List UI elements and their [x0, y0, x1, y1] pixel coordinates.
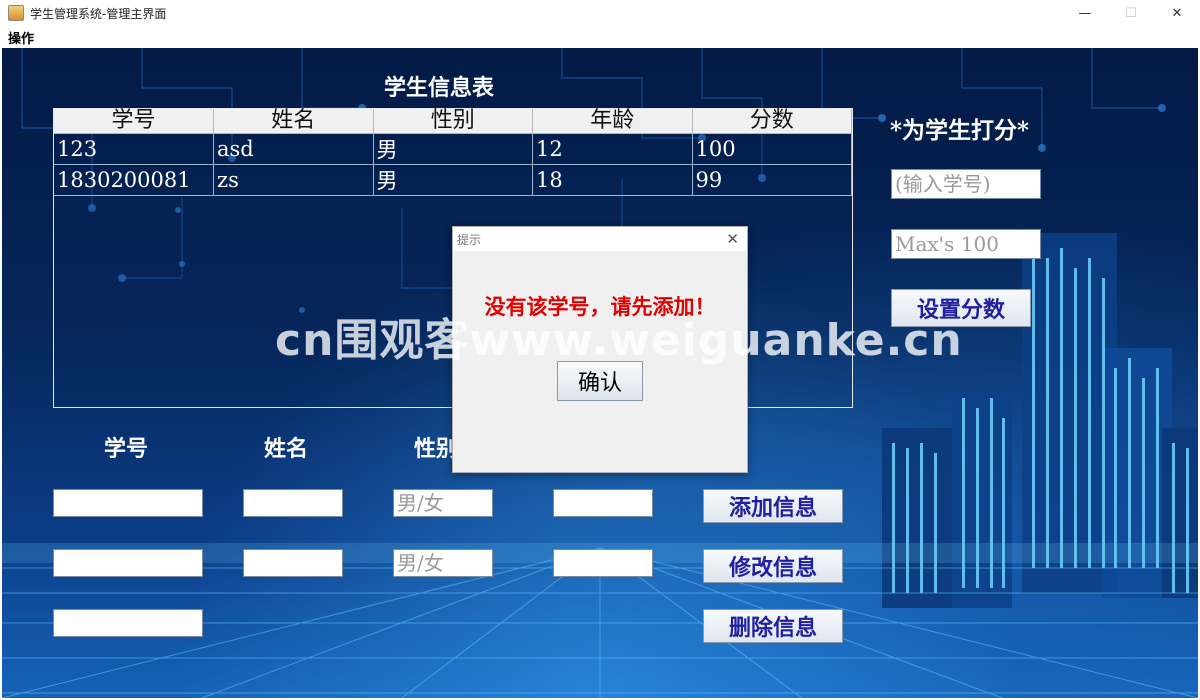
cell-gender[interactable]: 男 — [373, 164, 533, 196]
cell-age[interactable]: 12 — [532, 133, 693, 165]
cell-score[interactable]: 99 — [692, 164, 852, 196]
edit-name-input[interactable] — [243, 549, 343, 577]
column-header-gender[interactable]: 性别 — [373, 109, 533, 134]
java-app-icon — [8, 5, 24, 21]
add-info-button[interactable]: 添加信息 — [703, 489, 843, 523]
score-id-input[interactable] — [891, 169, 1041, 199]
add-name-input[interactable] — [243, 489, 343, 517]
score-panel-title: *为学生打分* — [890, 117, 1030, 144]
score-value-input[interactable] — [891, 229, 1041, 259]
cell-name[interactable]: asd — [213, 133, 374, 165]
column-header-id[interactable]: 学号 — [54, 109, 214, 134]
column-header-score[interactable]: 分数 — [692, 109, 852, 134]
window-title: 学生管理系统-管理主界面 — [30, 6, 167, 21]
maximize-button[interactable]: ☐ — [1108, 0, 1154, 26]
cell-name[interactable]: zs — [213, 164, 374, 196]
window-titlebar: 学生管理系统-管理主界面 — ☐ ✕ — [0, 0, 1200, 26]
close-button[interactable]: ✕ — [1154, 0, 1200, 26]
edit-id-input[interactable] — [53, 549, 203, 577]
cell-age[interactable]: 18 — [532, 164, 693, 196]
table-header-row: 学号 姓名 性别 年龄 分数 — [54, 109, 852, 134]
add-id-input[interactable] — [53, 489, 203, 517]
delete-id-input[interactable] — [53, 609, 203, 637]
edit-age-input[interactable] — [553, 549, 653, 577]
edit-gender-input[interactable] — [393, 549, 493, 577]
menu-operation[interactable]: 操作 — [0, 28, 42, 47]
window-controls: — ☐ ✕ — [1062, 0, 1200, 26]
cell-id[interactable]: 123 — [54, 133, 214, 165]
menu-bar: 操作 — [0, 26, 1200, 48]
edit-info-button[interactable]: 修改信息 — [703, 549, 843, 583]
column-header-age[interactable]: 年龄 — [532, 109, 693, 134]
table-row[interactable]: 123 asd 男 12 100 — [54, 133, 852, 165]
minimize-button[interactable]: — — [1062, 0, 1108, 26]
cell-gender[interactable]: 男 — [373, 133, 533, 165]
dialog-title: 提示 — [457, 232, 482, 247]
label-student-id: 学号 — [104, 436, 149, 462]
student-table-grid: 学号 姓名 性别 年龄 分数 123 asd 男 12 100 18302000… — [54, 109, 852, 196]
delete-info-button[interactable]: 删除信息 — [703, 609, 843, 643]
label-student-name: 姓名 — [264, 436, 309, 462]
table-row[interactable]: 1830200081 zs 男 18 99 — [54, 164, 852, 196]
add-age-input[interactable] — [553, 489, 653, 517]
watermark-text: cn围观客www.weiguanke.cn — [275, 315, 963, 366]
dialog-titlebar: 提示 ✕ — [453, 227, 747, 251]
dialog-close-icon[interactable]: ✕ — [726, 230, 739, 248]
column-header-name[interactable]: 姓名 — [213, 109, 374, 134]
cell-score[interactable]: 100 — [692, 133, 852, 165]
cell-id[interactable]: 1830200081 — [54, 164, 214, 196]
table-title: 学生信息表 — [384, 75, 495, 101]
add-gender-input[interactable] — [393, 489, 493, 517]
